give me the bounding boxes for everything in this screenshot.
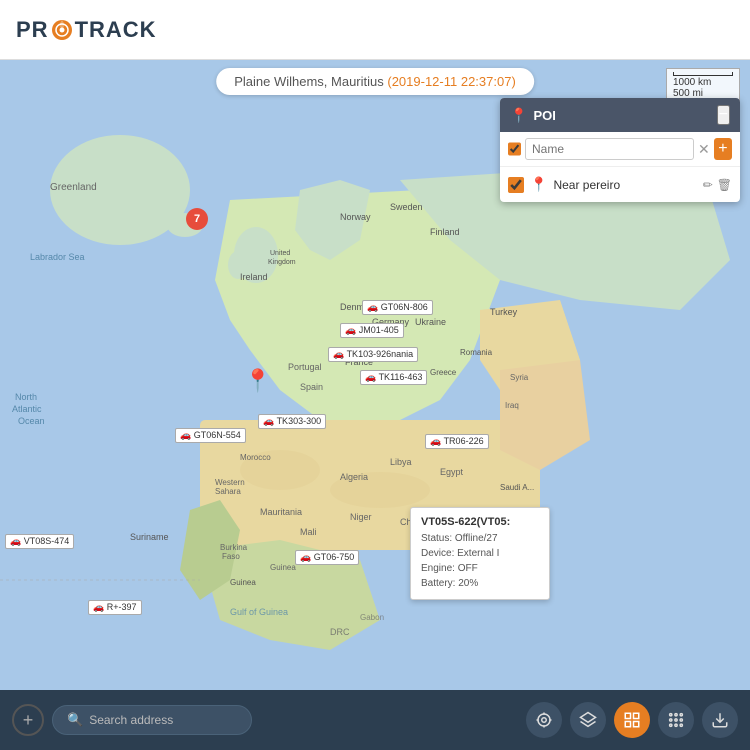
svg-text:Guinea: Guinea (270, 563, 296, 572)
popup-status: Status: Offline/27 (421, 531, 539, 546)
svg-text:Western: Western (215, 478, 245, 487)
toolbar-icons (526, 702, 738, 738)
svg-text:United: United (270, 250, 290, 257)
poi-edit-button[interactable]: ✏ (703, 178, 713, 192)
svg-text:North: North (15, 392, 37, 402)
svg-text:Guinea: Guinea (230, 578, 256, 587)
app-header: PR TRACK (0, 0, 750, 60)
poi-panel-header: 📍 POI − (500, 98, 740, 132)
grid-toolbar-button[interactable] (614, 702, 650, 738)
poi-delete-button[interactable]: 🗑 (717, 178, 732, 192)
download-toolbar-button[interactable] (702, 702, 738, 738)
logo-text-pr: PR (16, 17, 49, 43)
poi-all-checkbox[interactable] (508, 141, 521, 157)
vehicle-label[interactable]: 🚗 GT06N-806 (362, 300, 433, 315)
map-background[interactable]: Gulf of Guinea DRC Gabon Labrador Sea No… (0, 60, 750, 690)
svg-text:Sweden: Sweden (390, 202, 423, 212)
svg-text:Saudi A...: Saudi A... (500, 483, 534, 492)
scale-km: 1000 km (673, 77, 733, 88)
svg-text:Spain: Spain (300, 382, 323, 392)
svg-text:Portugal: Portugal (288, 362, 322, 372)
vehicle-label[interactable]: 🚗 TK303-300 (258, 414, 326, 429)
svg-text:Morocco: Morocco (240, 453, 271, 462)
svg-text:Norway: Norway (340, 212, 371, 222)
vehicle-label[interactable]: 🚗 TK116-463 (360, 370, 427, 385)
poi-list: 📍 Near pereiro ✏ 🗑 (500, 167, 740, 202)
vehicle-label[interactable]: 🚗 GT06-750 (295, 550, 359, 565)
popup-device: Device: External I (421, 546, 539, 561)
poi-search-row: ✕ + (500, 132, 740, 167)
svg-text:Ukraine: Ukraine (415, 317, 446, 327)
poi-panel: 📍 POI − ✕ + 📍 Near pereiro ✏ 🗑 (500, 98, 740, 202)
svg-text:Romania: Romania (460, 348, 493, 357)
svg-text:Gulf of Guinea: Gulf of Guinea (230, 607, 288, 617)
logo-signal-icon (50, 18, 74, 42)
svg-text:Turkey: Turkey (490, 307, 518, 317)
bottom-toolbar: + 🔍 Search address (0, 690, 750, 750)
location-datetime: (2019-12-11 22:37:07) (387, 74, 515, 89)
popup-title: VT05S-622(VT05: (421, 516, 539, 528)
poi-item-name: Near pereiro (553, 178, 696, 192)
poi-list-item: 📍 Near pereiro ✏ 🗑 (500, 171, 740, 198)
location-toolbar-button[interactable] (526, 702, 562, 738)
svg-text:Atlantic: Atlantic (12, 404, 42, 414)
poi-search-input[interactable] (525, 138, 694, 160)
svg-text:Iraq: Iraq (505, 401, 519, 410)
svg-text:Suriname: Suriname (130, 532, 169, 542)
poi-item-pin-icon: 📍 (530, 176, 547, 193)
poi-item-checkbox[interactable] (508, 177, 524, 193)
svg-text:Mauritania: Mauritania (260, 507, 302, 517)
search-placeholder-text: Search address (89, 713, 173, 727)
svg-text:Libya: Libya (390, 457, 412, 467)
popup-battery: Battery: 20% (421, 576, 539, 591)
svg-text:Greenland: Greenland (50, 182, 97, 193)
vehicle-label[interactable]: 🚗 R+-397 (88, 600, 142, 615)
popup-engine: Engine: OFF (421, 561, 539, 576)
map-pin[interactable]: 📍 (244, 368, 271, 394)
poi-pin-icon: 📍 (510, 107, 527, 124)
dots-toolbar-button[interactable] (658, 702, 694, 738)
svg-text:Gabon: Gabon (360, 613, 384, 622)
svg-text:Ocean: Ocean (18, 416, 45, 426)
svg-text:Burkina: Burkina (220, 543, 248, 552)
svg-text:Algeria: Algeria (340, 472, 368, 482)
svg-text:DRC: DRC (330, 627, 350, 637)
svg-text:Finland: Finland (430, 227, 460, 237)
vehicle-label[interactable]: 🚗 TR06-226 (425, 434, 489, 449)
vehicle-label[interactable]: 🚗 JM01-405 (340, 323, 404, 338)
poi-add-button[interactable]: + (714, 138, 732, 160)
svg-text:Greece: Greece (430, 368, 457, 377)
vehicle-label[interactable]: 🚗 VT08S-474 (5, 534, 74, 549)
location-place: Plaine Wilhems, Mauritius (234, 74, 384, 89)
add-button[interactable]: + (12, 704, 44, 736)
search-bar-container: 🔍 Search address (52, 705, 252, 735)
svg-text:Faso: Faso (222, 552, 240, 561)
location-bar: Plaine Wilhems, Mauritius (2019-12-11 22… (216, 68, 534, 95)
poi-title: POI (533, 108, 555, 123)
svg-text:Ireland: Ireland (240, 272, 268, 282)
svg-text:Mali: Mali (300, 527, 317, 537)
svg-text:Egypt: Egypt (440, 467, 464, 477)
layers-toolbar-button[interactable] (570, 702, 606, 738)
svg-text:Niger: Niger (350, 512, 372, 522)
svg-text:Syria: Syria (510, 373, 529, 382)
poi-minimize-button[interactable]: − (717, 105, 730, 125)
svg-text:Kingdom: Kingdom (268, 259, 296, 266)
poi-clear-button[interactable]: ✕ (698, 141, 710, 158)
logo-text-track: TRACK (75, 17, 157, 43)
vehicle-label[interactable]: 🚗 GT06N-554 (175, 428, 246, 443)
logo: PR TRACK (16, 17, 157, 43)
search-icon: 🔍 (67, 712, 83, 728)
svg-text:Sahara: Sahara (215, 487, 241, 496)
vehicle-label[interactable]: 🚗 TK103-926nania (328, 347, 418, 362)
cluster-badge[interactable]: 7 (186, 208, 208, 230)
main-content: Gulf of Guinea DRC Gabon Labrador Sea No… (0, 60, 750, 750)
svg-text:Labrador Sea: Labrador Sea (30, 252, 85, 262)
vehicle-popup: VT05S-622(VT05: Status: Offline/27 Devic… (410, 507, 550, 600)
